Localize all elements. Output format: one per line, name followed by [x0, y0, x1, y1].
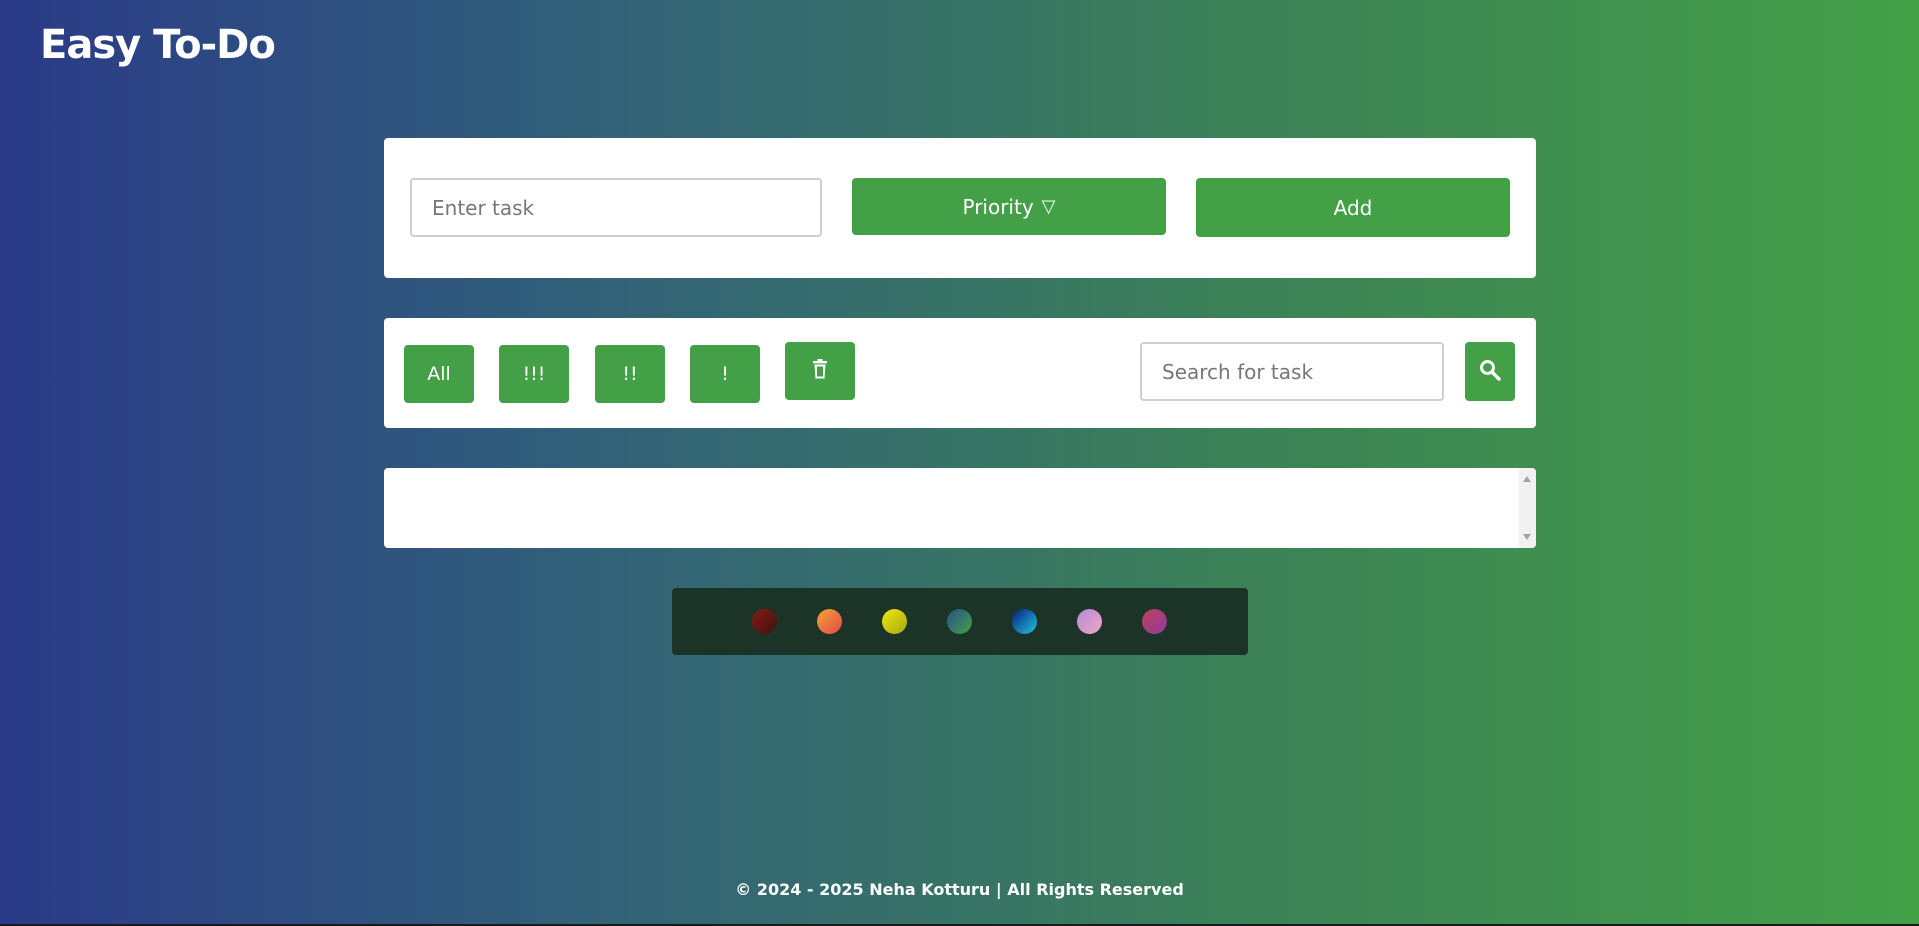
filter-medium-priority-button[interactable]: !! [595, 345, 665, 403]
task-list-scrollbar[interactable] [1519, 468, 1536, 548]
filter-all-button[interactable]: All [404, 345, 474, 403]
trash-icon [812, 358, 828, 384]
add-task-panel: Priority ▽ Add [384, 138, 1536, 278]
theme-swatch-crimson-purple[interactable] [1142, 609, 1167, 634]
search-icon [1479, 359, 1501, 385]
priority-label: Priority [962, 194, 1034, 219]
theme-swatch-yellow[interactable] [882, 609, 907, 634]
scroll-down-arrow-icon[interactable] [1523, 534, 1531, 540]
theme-swatch-dark-red[interactable] [752, 609, 777, 634]
search-button[interactable] [1465, 342, 1515, 401]
delete-button[interactable] [785, 342, 855, 400]
task-input[interactable] [410, 178, 822, 237]
theme-swatch-orange[interactable] [817, 609, 842, 634]
theme-selector [672, 588, 1248, 655]
filter-high-priority-button[interactable]: !!! [499, 345, 569, 403]
footer-copyright: © 2024 - 2025 Neha Kotturu | All Rights … [735, 880, 1184, 899]
theme-swatch-blue-green[interactable] [947, 609, 972, 634]
task-list [384, 468, 1536, 548]
triangle-down-icon: ▽ [1041, 196, 1056, 217]
scroll-up-arrow-icon[interactable] [1523, 476, 1531, 482]
theme-swatch-lavender-pink[interactable] [1077, 609, 1102, 634]
theme-swatch-navy-cyan[interactable] [1012, 609, 1037, 634]
app-title: Easy To-Do [40, 22, 276, 68]
search-input[interactable] [1140, 342, 1444, 401]
priority-dropdown-button[interactable]: Priority ▽ [852, 178, 1166, 235]
filter-low-priority-button[interactable]: ! [690, 345, 760, 403]
filter-panel: All !!! !! ! [384, 318, 1536, 428]
add-button[interactable]: Add [1196, 178, 1510, 237]
